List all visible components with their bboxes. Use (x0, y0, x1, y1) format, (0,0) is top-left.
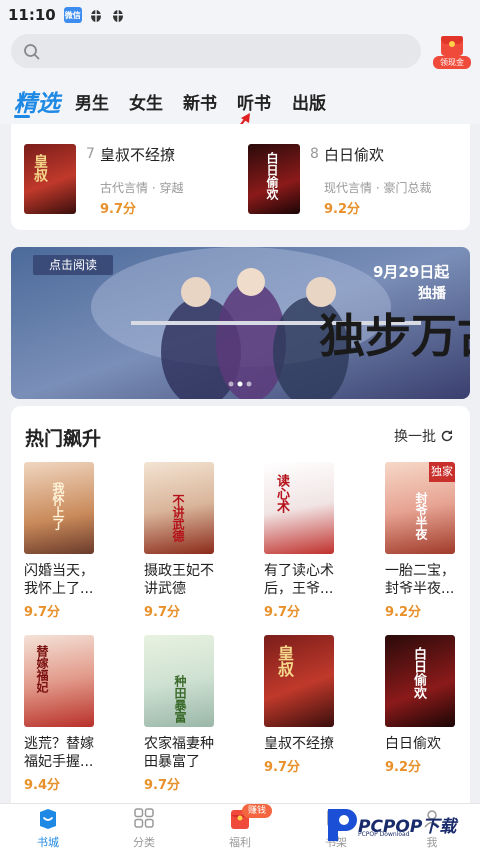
book-title: 摄政王妃不讲武德 (144, 563, 214, 597)
active-tab-indicator (14, 115, 30, 118)
search-input[interactable] (51, 40, 411, 62)
book-title: 一胎二宝，封爷半夜... (385, 563, 455, 597)
refresh-label: 换一批 (394, 429, 436, 445)
book-cover: 不讲武德 (144, 462, 214, 554)
book-title: 皇叔不经撩 (100, 146, 176, 164)
tab-published[interactable]: 出版 (292, 89, 326, 114)
tab-female[interactable]: 女生 (129, 89, 163, 114)
pcpop-logo-icon (328, 809, 357, 841)
tabbar-welfare[interactable]: 赚钱 福利 (192, 804, 288, 853)
book-item[interactable]: 白日偷欢 白日偷欢 9.2分 (385, 635, 465, 775)
book-title: 皇叔不经撩 (264, 736, 334, 752)
status-time: 11:10 (8, 6, 56, 24)
banner-exclusive: 独播 (418, 286, 446, 302)
earn-money-badge: 赚钱 (242, 804, 272, 818)
search-row: 领现金 (0, 30, 480, 74)
book-title: 闪婚当天，我怀上了... (24, 563, 94, 597)
book-score: 9.7分 (100, 202, 137, 217)
tabbar-label: 书城 (37, 836, 59, 849)
book-cover: 皇叔 (264, 635, 334, 727)
refresh-button[interactable]: 换一批 (394, 426, 454, 446)
refresh-icon (441, 430, 453, 442)
category-grid-icon (134, 808, 154, 828)
status-bar: 11:10 微信 (0, 0, 480, 30)
book-cover: 封爷半夜 独家 (385, 462, 455, 554)
book-cover: 替嫁福妃 (24, 635, 94, 727)
book-item[interactable]: 封爷半夜 独家 一胎二宝，封爷半夜... 9.2分 (385, 462, 465, 620)
book-score: 9.7分 (24, 605, 61, 620)
search-box[interactable] (11, 34, 421, 68)
carousel-dots (228, 381, 252, 387)
book-score: 9.7分 (264, 760, 301, 775)
book-cover: 种田暴富 (144, 635, 214, 727)
book-item[interactable]: 不讲武德 摄政王妃不讲武德 9.7分 (144, 462, 224, 620)
bug-icon (112, 10, 123, 22)
tabbar-bookstore[interactable]: 书城 (0, 804, 96, 853)
book-title: 有了读心术后，王爷... (264, 563, 334, 597)
book-cover: 白日偷欢 (248, 144, 300, 214)
book-item[interactable]: 皇叔 皇叔不经撩 9.7分 (264, 635, 344, 775)
book-score: 9.7分 (144, 778, 181, 793)
ranking-card: 皇叔 7 皇叔不经撩 古代言情 · 穿越 9.7分 白日偷欢 8 白日偷欢 现代… (11, 124, 470, 230)
rank-number: 7 (86, 146, 95, 162)
pcpop-watermark: PCPOP下载 PCPOP Download (322, 803, 480, 853)
book-item[interactable]: 读心术 有了读心术后，王爷... 9.7分 (264, 462, 344, 620)
exclusive-badge: 独家 (429, 462, 455, 482)
hot-rising-section: 热门飙升 换一批 我怀上了 闪婚当天，我怀上了... 9.7分 不讲武德 摄政王… (11, 406, 470, 806)
book-cover: 皇叔 (24, 144, 76, 214)
banner-calligraphy: 独步万古 (319, 309, 470, 363)
get-cash-label: 领现金 (433, 56, 471, 69)
ranking-item[interactable]: 皇叔 7 皇叔不经撩 古代言情 · 穿越 9.7分 (24, 144, 244, 217)
book-title: 白日偷欢 (385, 736, 441, 752)
book-score: 9.7分 (264, 605, 301, 620)
tab-new-books[interactable]: 新书 (183, 89, 217, 114)
bookstore-icon (40, 809, 56, 829)
read-now-button[interactable]: 点击阅读 (33, 255, 113, 275)
promo-banner[interactable]: 独步万古 点击阅读 9月29日起 独播 (11, 247, 470, 399)
book-item[interactable]: 替嫁福妃 逃荒？替嫁福妃手握... 9.4分 (24, 635, 104, 793)
book-score: 9.2分 (385, 760, 422, 775)
tab-male[interactable]: 男生 (75, 89, 109, 114)
wechat-app-icon: 微信 (63, 7, 82, 23)
book-cover: 我怀上了 (24, 462, 94, 554)
book-tags: 古代言情 · 穿越 (100, 181, 184, 195)
book-title: 白日偷欢 (324, 146, 385, 164)
section-title: 热门飙升 (25, 428, 102, 450)
rank-number: 8 (310, 146, 319, 162)
book-cover: 读心术 (264, 462, 334, 554)
search-icon (24, 44, 40, 60)
banner-date: 9月29日起 (373, 263, 450, 281)
book-score: 9.7分 (144, 605, 181, 620)
ranking-item[interactable]: 白日偷欢 8 白日偷欢 现代言情 · 豪门总裁 9.2分 (248, 144, 458, 217)
tabbar-label: 分类 (133, 836, 155, 849)
book-title: 逃荒？替嫁福妃手握... (24, 736, 94, 770)
book-tags: 现代言情 · 豪门总裁 (324, 181, 432, 195)
book-score: 9.2分 (385, 605, 422, 620)
bug-icon (90, 10, 101, 22)
get-cash-button[interactable]: 领现金 (433, 34, 471, 72)
book-cover: 白日偷欢 (385, 635, 455, 727)
book-score: 9.2分 (324, 202, 361, 217)
book-score: 9.4分 (24, 778, 61, 793)
tab-audiobooks[interactable]: 听书 (237, 89, 271, 114)
tabbar-category[interactable]: 分类 (96, 804, 192, 853)
book-item[interactable]: 我怀上了 闪婚当天，我怀上了... 9.7分 (24, 462, 104, 620)
book-title: 农家福妻种田暴富了 (144, 736, 214, 770)
book-item[interactable]: 种田暴富 农家福妻种田暴富了 9.7分 (144, 635, 224, 793)
tabbar-label: 福利 (229, 836, 251, 849)
tab-featured[interactable]: 精选 (14, 84, 60, 118)
